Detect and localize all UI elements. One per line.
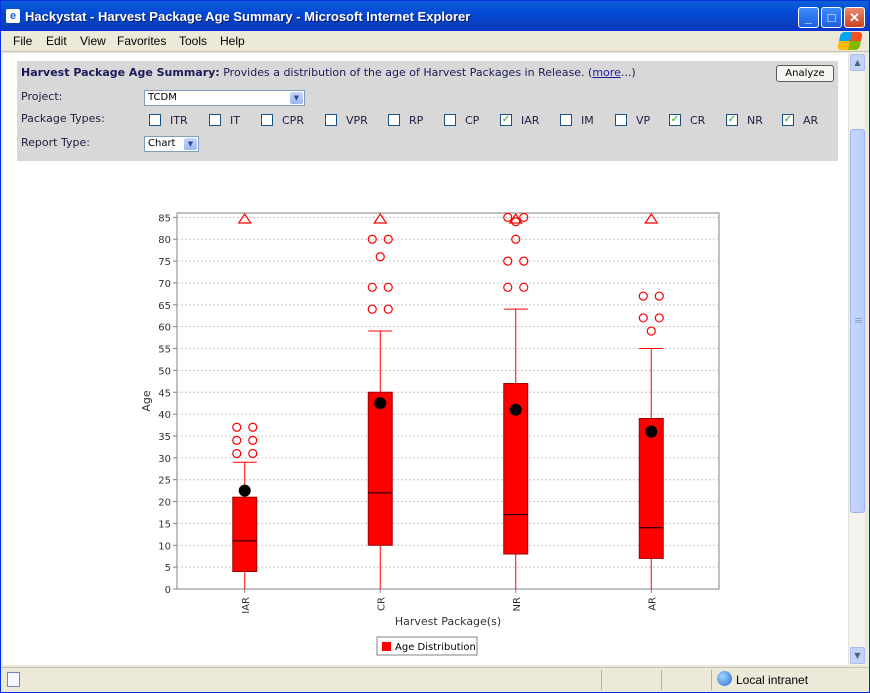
y-tick-label: 15	[158, 519, 171, 530]
menu-help[interactable]: Help	[220, 34, 245, 48]
menu-edit[interactable]: Edit	[46, 34, 67, 48]
iqr-box	[367, 391, 393, 546]
y-tick-label: 5	[165, 563, 171, 574]
status-bar: Local intranet	[1, 667, 869, 692]
menu-favorites[interactable]: Favorites	[117, 34, 166, 48]
x-tick-label: CR	[376, 597, 387, 611]
y-tick-label: 35	[158, 432, 171, 443]
windows-logo-icon	[837, 32, 863, 50]
y-tick-label: 70	[158, 279, 171, 290]
grip-line	[855, 320, 862, 321]
iqr-box	[232, 496, 258, 573]
ie-app-icon[interactable]: e	[6, 9, 20, 23]
menu-tools[interactable]: Tools	[179, 34, 207, 48]
security-zone: Local intranet	[736, 673, 809, 687]
window-title: Hackystat - Harvest Package Age Summary …	[25, 9, 471, 24]
x-tick-label: NR	[512, 597, 523, 611]
mean-marker	[645, 425, 658, 438]
legend-swatch	[382, 642, 391, 651]
page-content: Harvest Package Age Summary: Provides a …	[3, 53, 848, 665]
y-tick-label: 60	[158, 323, 171, 334]
scroll-down-icon[interactable]: ▼	[850, 647, 865, 664]
x-tick-label: AR	[647, 597, 658, 611]
chart-svg: 0 5 10 15 20 25 30 35 40 45 50 55 60 65 70 75 80 85 Age IAR…	[140, 212, 720, 656]
scroll-up-icon[interactable]: ▲	[850, 54, 865, 71]
x-tick-label: IAR	[241, 597, 252, 614]
y-tick-label: 65	[158, 301, 171, 312]
y-tick-label: 85	[158, 213, 171, 224]
close-button[interactable]: ✕	[844, 7, 865, 28]
status-divider	[601, 670, 602, 690]
grip-line	[855, 318, 862, 319]
title-bar[interactable]: e Hackystat - Harvest Package Age Summar…	[1, 1, 869, 31]
iqr-box	[638, 417, 664, 559]
mean-marker	[238, 484, 251, 497]
mean-marker	[509, 403, 522, 416]
y-tick-label: 20	[158, 498, 171, 509]
mean-marker	[374, 397, 387, 410]
y-tick-label: 40	[158, 410, 171, 421]
menu-bar: File Edit View Favorites Tools Help	[1, 31, 869, 52]
menu-file[interactable]: File	[13, 34, 32, 48]
intranet-globe-icon	[717, 671, 732, 686]
y-tick-label: 10	[158, 541, 171, 552]
menu-view[interactable]: View	[80, 34, 106, 48]
minimize-button[interactable]: _	[798, 7, 819, 28]
grip-line	[855, 322, 862, 323]
y-tick-label: 55	[158, 345, 171, 356]
y-tick-label: 25	[158, 476, 171, 487]
browser-window: e Hackystat - Harvest Package Age Summar…	[0, 0, 870, 693]
status-divider	[711, 670, 712, 690]
page-status-icon	[7, 672, 20, 687]
y-tick-label: 50	[158, 366, 171, 377]
y-tick-label: 0	[165, 585, 171, 596]
legend-label: Age Distribution	[395, 642, 476, 653]
y-tick-label: 80	[158, 235, 171, 246]
plot-area	[176, 212, 720, 590]
y-tick-label: 45	[158, 388, 171, 399]
scrollbar-thumb[interactable]	[850, 129, 865, 513]
vertical-scrollbar[interactable]: ▲ ▼	[848, 53, 865, 665]
x-axis-label: Harvest Package(s)	[395, 615, 501, 628]
y-axis-label: Age	[140, 390, 153, 412]
status-divider	[661, 670, 662, 690]
age-boxplot-chart: 0 5 10 15 20 25 30 35 40 45 50 55 60 65 70 75 80 85 Age IAR…	[3, 53, 848, 665]
y-tick-label: 30	[158, 454, 171, 465]
maximize-button[interactable]: □	[821, 7, 842, 28]
y-tick-label: 75	[158, 257, 171, 268]
